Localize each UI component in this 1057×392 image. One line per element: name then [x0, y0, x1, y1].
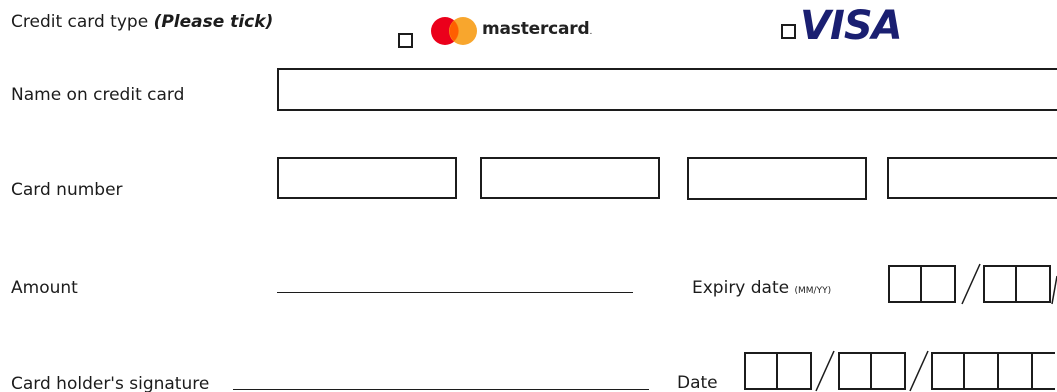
- name-on-card-field[interactable]: [277, 68, 1057, 111]
- card-number-label: Card number: [11, 180, 123, 200]
- mastercard-logo-icon: [431, 17, 477, 45]
- date-slash-2-icon: [909, 350, 929, 392]
- amount-label: Amount: [11, 278, 78, 298]
- date-month-digit-1[interactable]: [838, 352, 872, 390]
- card-number-field-1[interactable]: [277, 157, 457, 199]
- date-year-digit-3[interactable]: [999, 352, 1033, 390]
- date-label: Date: [677, 373, 718, 392]
- expiry-trailing-slash-icon: [1051, 275, 1057, 305]
- expiry-date-label: Expiry date (MM/YY): [692, 278, 832, 298]
- date-day-digit-2[interactable]: [778, 352, 812, 390]
- date-month-boxes: [838, 352, 906, 390]
- date-day-digit-1[interactable]: [744, 352, 778, 390]
- card-type-instruction: (Please tick): [153, 12, 274, 32]
- card-number-field-4[interactable]: [887, 157, 1057, 199]
- expiry-month-digit-2[interactable]: [922, 265, 956, 303]
- mastercard-checkbox[interactable]: [398, 33, 413, 48]
- date-year-boxes: [931, 352, 1055, 390]
- expiry-year-digit-2[interactable]: [1017, 265, 1051, 303]
- date-year-digit-1[interactable]: [931, 352, 965, 390]
- name-on-card-label: Name on credit card: [11, 85, 185, 105]
- date-slash-1-icon: [815, 350, 835, 392]
- credit-card-form: Credit card type (Please tick) mastercar…: [0, 0, 1057, 392]
- date-year-digit-2[interactable]: [965, 352, 999, 390]
- date-year-digit-4[interactable]: [1033, 352, 1055, 390]
- date-month-digit-2[interactable]: [872, 352, 906, 390]
- card-number-field-3[interactable]: [687, 157, 867, 200]
- expiry-month-boxes: [888, 265, 956, 303]
- mastercard-wordmark: mastercard.: [482, 19, 593, 39]
- card-type-label: Credit card type (Please tick): [11, 12, 274, 32]
- card-number-field-2[interactable]: [480, 157, 660, 199]
- visa-checkbox[interactable]: [781, 24, 796, 39]
- signature-label: Card holder's signature: [11, 374, 210, 392]
- expiry-format-hint: (MM/YY): [794, 286, 832, 296]
- visa-logo: VISA: [800, 3, 903, 49]
- date-day-boxes: [744, 352, 812, 390]
- expiry-slash-icon: [961, 263, 981, 305]
- expiry-month-digit-1[interactable]: [888, 265, 922, 303]
- signature-field[interactable]: [233, 389, 649, 390]
- amount-field[interactable]: [277, 292, 633, 293]
- expiry-year-boxes: [983, 265, 1051, 303]
- expiry-year-digit-1[interactable]: [983, 265, 1017, 303]
